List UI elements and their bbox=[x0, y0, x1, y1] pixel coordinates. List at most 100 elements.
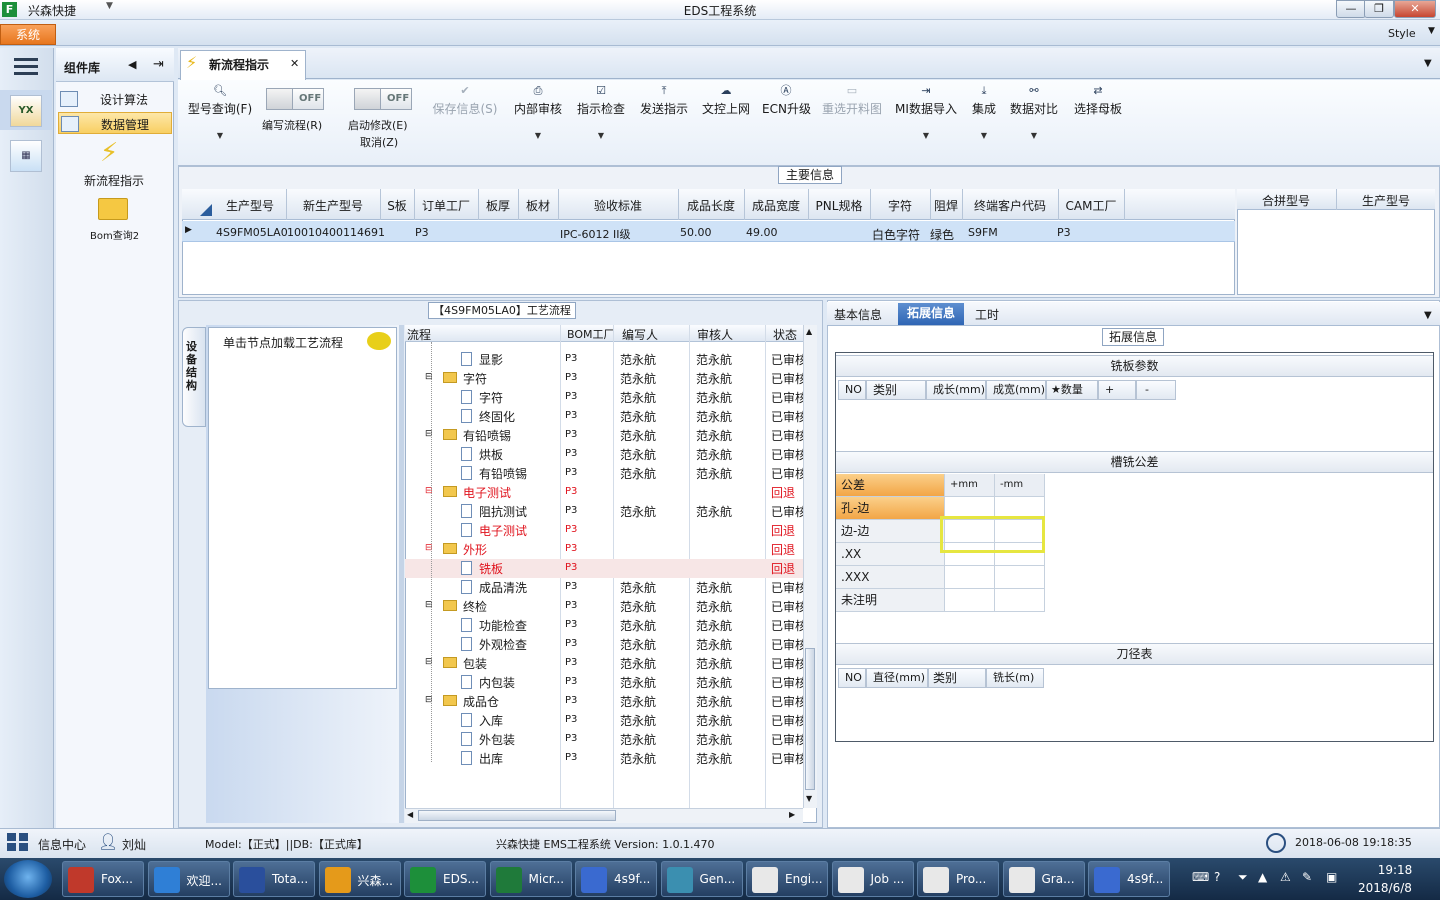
remove-row-button[interactable]: - bbox=[1136, 380, 1176, 400]
style-menu[interactable]: Style bbox=[1388, 27, 1416, 40]
lib-item-design-algorithm[interactable]: 设计算法 bbox=[58, 88, 172, 110]
add-row-button[interactable]: + bbox=[1098, 380, 1136, 400]
col-header[interactable]: 订单工厂 bbox=[414, 197, 478, 214]
col-header[interactable]: 合拼型号 bbox=[1262, 192, 1310, 209]
save-info-button[interactable]: ✔ 保存信息(S) bbox=[430, 84, 500, 117]
tree-col-header[interactable]: 审核人 bbox=[697, 326, 733, 343]
factory-icon[interactable]: YX bbox=[10, 95, 42, 127]
col-header[interactable]: 字符 bbox=[870, 197, 930, 214]
model-query-button[interactable]: 🔍︎ 型号查询(F) ▼ bbox=[184, 84, 256, 140]
lib-item-new-flow[interactable]: 新流程指示 bbox=[84, 172, 144, 189]
feather-icon[interactable]: ✎ bbox=[1302, 870, 1312, 884]
info-center-link[interactable]: 信息中心 bbox=[38, 836, 86, 853]
col-header[interactable]: 阻焊 bbox=[930, 197, 962, 214]
cutter-col-diameter[interactable]: 直径(mm) bbox=[866, 668, 928, 688]
collapse-left-arrow-icon[interactable]: ◀ bbox=[128, 58, 136, 71]
taskbar-item[interactable]: Job ... bbox=[831, 861, 914, 897]
col-header[interactable]: 板厚 bbox=[478, 197, 518, 214]
start-button[interactable] bbox=[4, 860, 52, 898]
tab-extended-info[interactable]: 拓展信息 bbox=[898, 303, 964, 325]
clock-date[interactable]: 2018/6/8 bbox=[1358, 881, 1412, 895]
tab-list-chevron-down-icon[interactable]: ▼ bbox=[1424, 310, 1432, 321]
internal-review-button[interactable]: ⎙ 内部审核 ▼ bbox=[512, 84, 564, 140]
minimize-button[interactable]: — bbox=[1336, 0, 1366, 18]
mill-col-length[interactable]: 成长(mm) bbox=[926, 380, 986, 400]
lib-item-data-management[interactable]: 数据管理 bbox=[58, 112, 172, 134]
tab-work-hours[interactable]: 工时 bbox=[975, 306, 999, 323]
taskbar-item[interactable]: 兴森... bbox=[318, 861, 401, 897]
display-icon[interactable]: ▣ bbox=[1326, 870, 1337, 884]
tree-row[interactable]: ⊟ 成品仓 P3 范永航 范永航 已审核 bbox=[405, 692, 803, 711]
mill-col-type[interactable]: 类别 bbox=[866, 380, 926, 400]
taskbar-item[interactable]: Tota... bbox=[233, 861, 315, 897]
keyboard-icon[interactable]: ⌨ bbox=[1192, 870, 1209, 884]
tree-row[interactable]: 阻抗测试 P3 范永航 范永航 已审核 bbox=[405, 502, 803, 521]
taskbar-item[interactable]: Micr... bbox=[489, 861, 572, 897]
ecn-upgrade-button[interactable]: Ⓐ ECN升级 bbox=[762, 84, 811, 117]
tree-col-header[interactable]: 流程 bbox=[407, 326, 431, 343]
tolerance-cell[interactable] bbox=[995, 566, 1045, 589]
cancel-button[interactable]: 取消(Z) bbox=[360, 134, 398, 150]
edit-flow-toggle[interactable]: OFF bbox=[266, 88, 324, 110]
cutter-col-length[interactable]: 铣长(m) bbox=[986, 668, 1044, 688]
col-header[interactable]: 新生产型号 bbox=[286, 197, 380, 214]
pin-panel-icon[interactable]: ⇥ bbox=[153, 57, 164, 72]
lightning-icon[interactable]: ⚡ bbox=[100, 138, 118, 168]
select-all-corner-icon[interactable] bbox=[200, 204, 212, 216]
tree-row[interactable]: ⊟ 电子测试 P3 回退 bbox=[405, 483, 803, 502]
instruction-check-button[interactable]: ☑ 指示检查 ▼ bbox=[575, 84, 627, 140]
col-header[interactable]: CAM工厂 bbox=[1058, 197, 1124, 214]
tree-row[interactable]: ⊟ 包装 P3 范永航 范永航 已审核 bbox=[405, 654, 803, 673]
tree-row[interactable]: 内包装 P3 范永航 范永航 已审核 bbox=[405, 673, 803, 692]
taskbar-item[interactable]: Fox... bbox=[62, 861, 144, 897]
quick-access-chevron-down-icon[interactable]: ▼ bbox=[106, 1, 113, 11]
info-center-icon[interactable] bbox=[7, 833, 29, 851]
panel-splitter[interactable] bbox=[399, 325, 404, 823]
tree-row[interactable]: ⊟ 字符 P3 范永航 范永航 已审核 bbox=[405, 369, 803, 388]
col-header[interactable]: S板 bbox=[380, 197, 414, 214]
taskbar-item[interactable]: 4s9f... bbox=[1088, 861, 1170, 897]
col-header[interactable]: 终端客户代码 bbox=[962, 197, 1058, 214]
col-header[interactable]: 生产型号 bbox=[1362, 192, 1410, 209]
tolerance-cell[interactable] bbox=[995, 589, 1045, 612]
tree-vertical-scroll-thumb[interactable] bbox=[805, 648, 815, 790]
scroll-right-arrow-icon[interactable]: ▶ bbox=[789, 810, 795, 819]
col-header[interactable]: 成品长度 bbox=[678, 197, 744, 214]
cell-standard[interactable]: IPC-6012 II级 bbox=[560, 226, 631, 242]
mi-import-button[interactable]: ⇥ MI数据导入 ▼ bbox=[893, 84, 959, 140]
maximize-button[interactable]: ❐ bbox=[1364, 0, 1394, 18]
system-menu[interactable]: 系统 bbox=[0, 24, 56, 45]
cell-char[interactable]: 白色字符 bbox=[872, 226, 920, 243]
tree-row[interactable]: 显影 P3 范永航 范永航 已审核 bbox=[405, 350, 803, 369]
col-header[interactable]: 验收标准 bbox=[558, 197, 678, 214]
tree-row[interactable]: 外包装 P3 范永航 范永航 已审核 bbox=[405, 730, 803, 749]
data-compare-button[interactable]: ⚯ 数据对比 ▼ bbox=[1008, 84, 1060, 140]
cutter-col-no[interactable]: NO bbox=[838, 668, 866, 688]
tree-row[interactable]: 电子测试 P3 回退 bbox=[405, 521, 803, 540]
tree-col-header[interactable]: 编写人 bbox=[622, 326, 658, 343]
taskbar-item[interactable]: 4s9f... bbox=[575, 861, 657, 897]
scroll-down-arrow-icon[interactable]: ▼ bbox=[806, 794, 812, 803]
style-chevron-down-icon[interactable]: ▼ bbox=[1428, 26, 1435, 36]
folder-icon[interactable] bbox=[98, 198, 128, 220]
tree-col-header[interactable]: 状态 bbox=[773, 326, 797, 343]
tree-row[interactable]: ⊟ 外形 P3 回退 bbox=[405, 540, 803, 559]
col-header[interactable]: 成品宽度 bbox=[744, 197, 808, 214]
start-modify-toggle[interactable]: OFF bbox=[354, 88, 412, 110]
tree-row[interactable]: 字符 P3 范永航 范永航 已审核 bbox=[405, 388, 803, 407]
taskbar-item[interactable]: 欢迎... bbox=[147, 861, 230, 897]
scroll-left-arrow-icon[interactable]: ◀ bbox=[407, 810, 413, 819]
hamburger-menu-icon[interactable] bbox=[14, 58, 38, 76]
tree-row[interactable]: 烘板 P3 范永航 范永航 已审核 bbox=[405, 445, 803, 464]
integrate-button[interactable]: ⤓ 集成 ▼ bbox=[968, 84, 1000, 140]
taskbar-item[interactable]: Pro... bbox=[917, 861, 999, 897]
calculator-icon[interactable]: ▦ bbox=[10, 140, 42, 172]
tab-close-icon[interactable]: ✕ bbox=[290, 57, 299, 70]
reselect-material-button[interactable]: ▭ 重选开料图 bbox=[820, 84, 884, 117]
mill-col-width[interactable]: 成宽(mm) bbox=[986, 380, 1046, 400]
cell-length[interactable]: 50.00 bbox=[680, 226, 712, 239]
lib-item-bom-query[interactable]: Bom查询2 bbox=[90, 227, 139, 242]
clock-time[interactable]: 19:18 bbox=[1372, 863, 1418, 877]
taskbar-item[interactable]: Gra... bbox=[1002, 861, 1085, 897]
mill-col-no[interactable]: NO bbox=[838, 380, 866, 400]
